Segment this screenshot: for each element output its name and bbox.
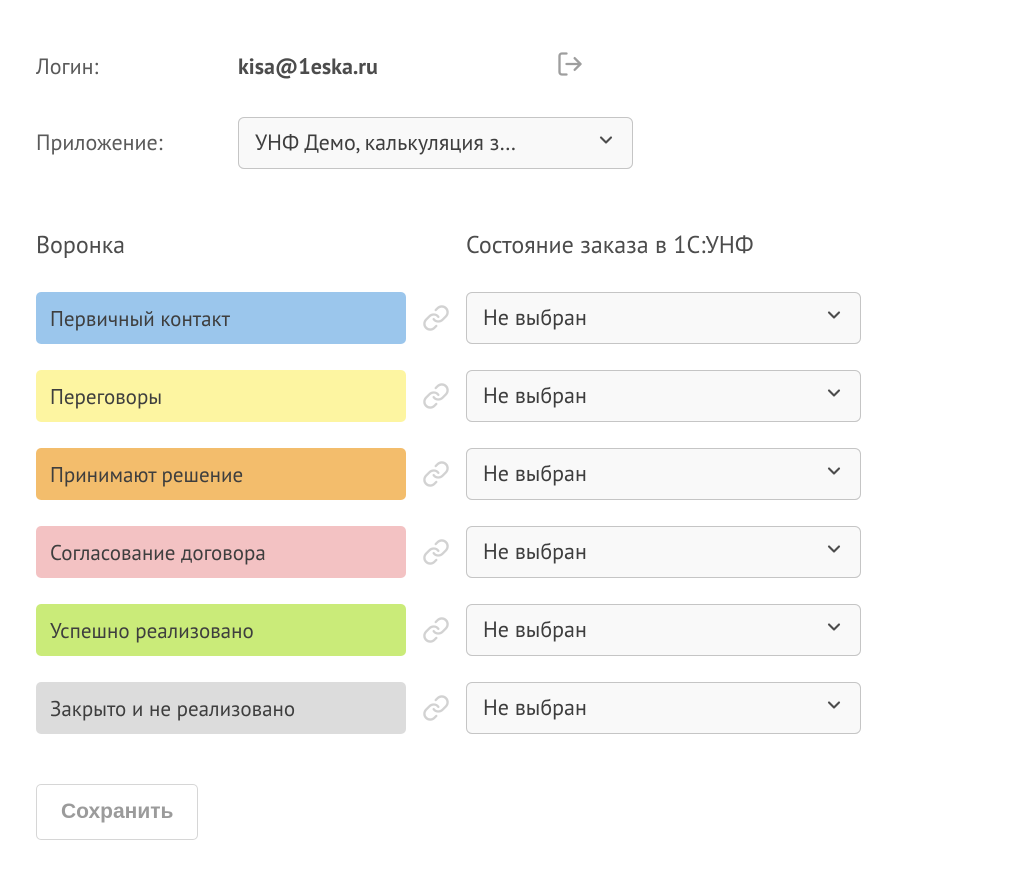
state-select[interactable]: Не выбран xyxy=(466,526,861,578)
login-label: Логин: xyxy=(36,53,238,81)
save-button[interactable]: Сохранить xyxy=(36,784,198,840)
state-select[interactable]: Не выбран xyxy=(466,370,861,422)
state-select[interactable]: Не выбран xyxy=(466,448,861,500)
mapping-row: Согласование договора Не выбран xyxy=(36,526,988,578)
state-select[interactable]: Не выбран xyxy=(466,682,861,734)
logout-icon[interactable] xyxy=(556,50,584,83)
state-selected-value: Не выбран xyxy=(483,304,587,332)
mapping-row: Первичный контакт Не выбран xyxy=(36,292,988,344)
state-selected-value: Не выбран xyxy=(483,616,587,644)
chevron-down-icon xyxy=(824,538,844,566)
state-column-header: Состояние заказа в 1С:УНФ xyxy=(466,229,754,260)
chevron-down-icon xyxy=(824,382,844,410)
chevron-down-icon xyxy=(824,460,844,488)
link-icon xyxy=(406,694,466,722)
state-selected-value: Не выбран xyxy=(483,538,587,566)
link-icon xyxy=(406,304,466,332)
link-icon xyxy=(406,616,466,644)
application-selected-value: УНФ Демо, калькуляция з… xyxy=(255,129,516,157)
mapping-row: Успешно реализовано Не выбран xyxy=(36,604,988,656)
application-row: Приложение: УНФ Демо, калькуляция з… xyxy=(36,117,988,169)
stage-badge: Принимают решение xyxy=(36,448,406,500)
stage-badge: Успешно реализовано xyxy=(36,604,406,656)
chevron-down-icon xyxy=(824,616,844,644)
link-icon xyxy=(406,382,466,410)
stage-badge: Переговоры xyxy=(36,370,406,422)
application-select[interactable]: УНФ Демо, калькуляция з… xyxy=(238,117,633,169)
link-icon xyxy=(406,538,466,566)
chevron-down-icon xyxy=(596,129,616,157)
section-headers: Воронка Состояние заказа в 1С:УНФ xyxy=(36,229,988,260)
mapping-row: Переговоры Не выбран xyxy=(36,370,988,422)
stage-badge: Согласование договора xyxy=(36,526,406,578)
state-select[interactable]: Не выбран xyxy=(466,292,861,344)
mappings-list: Первичный контакт Не выбран Переговоры Не в… xyxy=(36,292,988,734)
login-value: kisa@1eska.ru xyxy=(238,53,378,81)
state-select[interactable]: Не выбран xyxy=(466,604,861,656)
save-button-label: Сохранить xyxy=(61,800,173,824)
chevron-down-icon xyxy=(824,694,844,722)
stage-badge: Закрыто и не реализовано xyxy=(36,682,406,734)
chevron-down-icon xyxy=(824,304,844,332)
state-selected-value: Не выбран xyxy=(483,694,587,722)
state-selected-value: Не выбран xyxy=(483,382,587,410)
mapping-row: Принимают решение Не выбран xyxy=(36,448,988,500)
funnel-column-header: Воронка xyxy=(36,229,466,260)
state-selected-value: Не выбран xyxy=(483,460,587,488)
mapping-row: Закрыто и не реализовано Не выбран xyxy=(36,682,988,734)
stage-badge: Первичный контакт xyxy=(36,292,406,344)
login-row: Логин: kisa@1eska.ru xyxy=(36,50,988,83)
application-label: Приложение: xyxy=(36,129,238,157)
link-icon xyxy=(406,460,466,488)
